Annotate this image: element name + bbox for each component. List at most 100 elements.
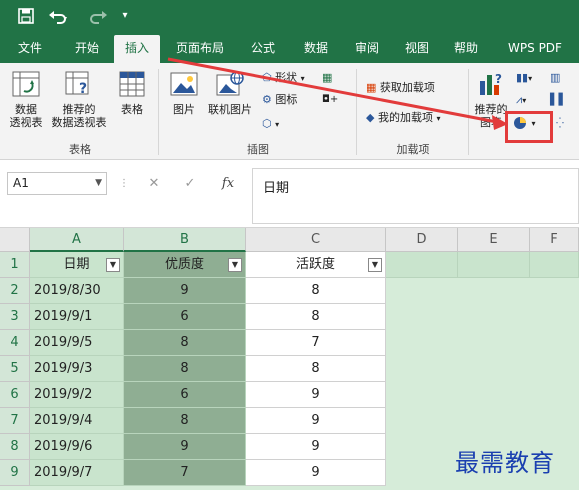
cell-activity[interactable]: 8 (246, 356, 386, 382)
tab-view[interactable]: 视图 (394, 33, 440, 63)
cell-activity[interactable]: 9 (246, 434, 386, 460)
icons-button[interactable]: ⚙ 图标 (262, 91, 297, 109)
formula-input[interactable]: 日期 (252, 168, 579, 224)
table-button[interactable]: 表格 (114, 71, 150, 116)
row-header[interactable]: 9 (0, 460, 30, 486)
online-pictures-label: 联机图片 (208, 103, 252, 116)
row-header[interactable]: 4 (0, 330, 30, 356)
cell-quality[interactable]: 7 (124, 460, 246, 486)
header-cell-quality[interactable]: 优质度 ▼ (124, 252, 246, 278)
row-header[interactable]: 8 (0, 434, 30, 460)
redo-icon[interactable] (86, 6, 110, 26)
cell-quality[interactable]: 8 (124, 330, 246, 356)
row-header[interactable]: 7 (0, 408, 30, 434)
ribbon-tabs: 文件 开始 插入 页面布局 公式 数据 审阅 视图 帮助 WPS PDF (0, 33, 579, 63)
filter-dropdown-icon[interactable]: ▼ (368, 258, 382, 272)
cell-quality[interactable]: 8 (124, 356, 246, 382)
chevron-down-icon: ▾ (275, 120, 280, 129)
cell-quality[interactable]: 9 (124, 278, 246, 304)
hierarchy-chart-button[interactable]: ▥ (550, 69, 560, 87)
customize-qat-icon[interactable]: ▾ (118, 6, 132, 26)
cell-date[interactable]: 2019/9/3 (30, 356, 124, 382)
pivot-table-button[interactable]: 数据 透视表 (6, 71, 46, 129)
header-cell-activity[interactable]: 活跃度 ▼ (246, 252, 386, 278)
tab-insert[interactable]: 插入 (114, 35, 160, 63)
save-icon[interactable] (16, 6, 36, 26)
row-header[interactable]: 3 (0, 304, 30, 330)
formula-content: 日期 (263, 181, 290, 196)
header-cell-date[interactable]: 日期 ▼ (30, 252, 124, 278)
header-text-quality: 优质度 (164, 257, 204, 272)
tab-wps-pdf[interactable]: WPS PDF (496, 33, 574, 63)
cell-quality[interactable]: 6 (124, 382, 246, 408)
column-header-c[interactable]: C (246, 228, 386, 252)
store-icon: ▦ (366, 81, 377, 94)
cell[interactable] (530, 252, 579, 278)
tab-page-layout[interactable]: 页面布局 (168, 33, 232, 63)
cell-quality[interactable]: 8 (124, 408, 246, 434)
pivot-table-label-2: 透视表 (9, 116, 43, 129)
chevron-down-icon: ▾ (300, 74, 305, 83)
cell-date[interactable]: 2019/9/5 (30, 330, 124, 356)
name-box[interactable]: A1 ▼ (7, 172, 107, 195)
smartart-icon: ▦ (322, 71, 333, 84)
tab-file[interactable]: 文件 (10, 33, 50, 63)
cell-date[interactable]: 2019/8/30 (30, 278, 124, 304)
statistic-chart-icon: ▌▌ (550, 93, 567, 106)
my-addins-button[interactable]: ◆ 我的加载项 ▾ (366, 109, 440, 127)
cell-activity[interactable]: 9 (246, 408, 386, 434)
ribbon: 数据 透视表 ? 推荐的 数据透视表 表格 表格 图片 联机图片 ⬠ 形状 ▾ … (0, 63, 579, 160)
column-header-a[interactable]: A (30, 228, 124, 252)
scatter-chart-icon: ⁛ (556, 118, 564, 129)
column-header-f[interactable]: F (530, 228, 579, 252)
insert-function-icon[interactable]: fx (216, 172, 240, 195)
tab-formulas[interactable]: 公式 (238, 33, 288, 63)
line-chart-button[interactable]: ⩘▾ (516, 91, 526, 109)
row-header[interactable]: 5 (0, 356, 30, 382)
shapes-button[interactable]: ⬠ 形状 ▾ (262, 69, 305, 87)
statistic-chart-button[interactable]: ▌▌ (550, 91, 567, 109)
column-chart-button[interactable]: ▮▮▾ (516, 69, 532, 87)
cell-date[interactable]: 2019/9/7 (30, 460, 124, 486)
get-addins-button[interactable]: ▦ 获取加载项 (366, 79, 435, 97)
cell-date[interactable]: 2019/9/6 (30, 434, 124, 460)
cell-activity[interactable]: 8 (246, 278, 386, 304)
watermark: 最需教育 (455, 449, 555, 477)
row-header[interactable]: 6 (0, 382, 30, 408)
cell-activity[interactable]: 7 (246, 330, 386, 356)
tab-home[interactable]: 开始 (62, 33, 112, 63)
cell[interactable] (458, 252, 530, 278)
3d-models-button[interactable]: ⬡ ▾ (262, 115, 279, 133)
select-all-corner[interactable] (0, 228, 30, 252)
column-header-b[interactable]: B (124, 228, 246, 252)
cell-quality[interactable]: 9 (124, 434, 246, 460)
pictures-button[interactable]: 图片 (166, 71, 202, 116)
recommended-pivot-button[interactable]: ? 推荐的 数据透视表 (48, 71, 110, 129)
enter-icon[interactable]: ✓ (180, 172, 200, 195)
scatter-chart-button[interactable]: ⁛ (556, 114, 564, 132)
cell-quality[interactable]: 6 (124, 304, 246, 330)
annotation-highlight-box (505, 111, 553, 143)
column-header-d[interactable]: D (386, 228, 458, 252)
column-header-e[interactable]: E (458, 228, 530, 252)
filter-dropdown-icon[interactable]: ▼ (228, 258, 242, 272)
cancel-icon[interactable]: ✕ (144, 172, 164, 195)
tab-data[interactable]: 数据 (292, 33, 340, 63)
cell-activity[interactable]: 9 (246, 382, 386, 408)
screenshot-button[interactable]: ◘+ (322, 91, 338, 109)
tab-help[interactable]: 帮助 (444, 33, 488, 63)
row-header[interactable]: 2 (0, 278, 30, 304)
cell-date[interactable]: 2019/9/1 (30, 304, 124, 330)
filter-dropdown-icon[interactable]: ▼ (106, 258, 120, 272)
cell-activity[interactable]: 9 (246, 460, 386, 486)
cell[interactable] (386, 252, 458, 278)
cell-date[interactable]: 2019/9/2 (30, 382, 124, 408)
row-header[interactable]: 1 (0, 252, 30, 278)
online-pictures-button[interactable]: 联机图片 (204, 71, 256, 116)
cell-date[interactable]: 2019/9/4 (30, 408, 124, 434)
smartart-button[interactable]: ▦ (322, 69, 332, 87)
undo-icon[interactable] (46, 6, 70, 26)
cell-activity[interactable]: 8 (246, 304, 386, 330)
tab-review[interactable]: 审阅 (344, 33, 390, 63)
more-icon: ⋮ (119, 178, 129, 189)
